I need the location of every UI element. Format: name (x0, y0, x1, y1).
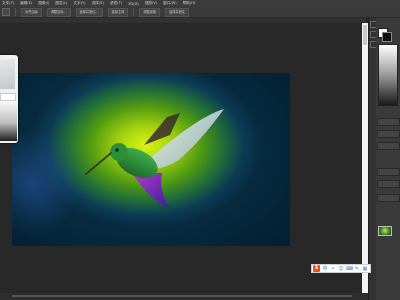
divider (133, 8, 135, 16)
menu-edit[interactable]: 编辑(E) (20, 1, 32, 6)
scrollbar-thumb[interactable] (363, 25, 367, 45)
adjustment-row[interactable] (377, 118, 400, 126)
menu-3d[interactable]: 3D(D) (128, 2, 139, 6)
menu-type[interactable]: 文字(Y) (73, 1, 85, 6)
select-subject-button[interactable]: 选择主体 (107, 7, 129, 17)
horizontal-scrollbar[interactable] (0, 293, 368, 300)
scrollbar-track[interactable] (12, 295, 352, 297)
beak (85, 152, 112, 175)
menu-bar: 文件(F) 编辑(E) 图像(I) 图层(L) 文字(Y) 选择(S) 滤镜(T… (0, 0, 400, 7)
snap-edge-button[interactable]: 对齐边缘 (21, 7, 42, 17)
ime-punct-icon[interactable]: • (330, 266, 336, 272)
tool-preset-icon[interactable] (2, 8, 10, 16)
layer-option-row[interactable] (377, 194, 400, 202)
adjust-settings-button[interactable]: 调整设置 (139, 7, 161, 17)
ime-emoji-icon[interactable]: ☺ (338, 266, 344, 272)
eye (115, 148, 119, 152)
hummingbird-image (85, 109, 224, 209)
divider (15, 8, 16, 16)
menu-view[interactable]: 视图(V) (145, 1, 157, 6)
navigator-gradient (0, 101, 17, 141)
layer-option-row[interactable] (377, 180, 400, 188)
adjustment-row[interactable] (377, 130, 400, 138)
ime-grid-icon[interactable]: ▦ (362, 266, 368, 272)
right-panel (376, 18, 400, 300)
ime-pen-icon[interactable]: ✎ (354, 266, 360, 272)
menu-window[interactable]: 窗口(W) (163, 1, 177, 6)
menu-file[interactable]: 文件(F) (2, 1, 14, 6)
ime-chinese-icon[interactable]: 中 (322, 266, 328, 272)
ime-toolbar[interactable]: S 中 • ☺ ⌨ ✎ ▦ (311, 264, 371, 273)
navigator-popup[interactable] (0, 55, 18, 143)
navigator-thumbnail (0, 59, 15, 89)
background-color-swatch[interactable] (382, 32, 392, 42)
color-gradient-picker[interactable] (378, 44, 398, 106)
options-bar: 对齐边缘 调整边缘... 选择并遮住... 选择主体 调整设置 选择并遮住 (0, 7, 400, 18)
menu-help[interactable]: 帮助(H) (183, 1, 196, 6)
tail (132, 173, 170, 209)
refine-edge-button[interactable]: 调整边缘... (46, 7, 71, 17)
select-and-mask-button[interactable]: 选择并遮住 (165, 7, 189, 17)
menu-select[interactable]: 选择(S) (92, 1, 104, 6)
ime-logo-icon[interactable]: S (313, 265, 320, 272)
head (110, 143, 128, 161)
layer-thumbnail[interactable] (378, 226, 392, 236)
navigator-slider[interactable] (0, 93, 16, 101)
ime-keyboard-icon[interactable]: ⌨ (346, 266, 353, 272)
menu-layer[interactable]: 图层(L) (55, 1, 67, 6)
menu-image[interactable]: 图像(I) (38, 1, 49, 6)
select-mask-button[interactable]: 选择并遮住... (75, 7, 103, 17)
menu-filter[interactable]: 滤镜(T) (110, 1, 122, 6)
layer-option-row[interactable] (377, 168, 400, 176)
adjustment-row[interactable] (377, 142, 400, 150)
